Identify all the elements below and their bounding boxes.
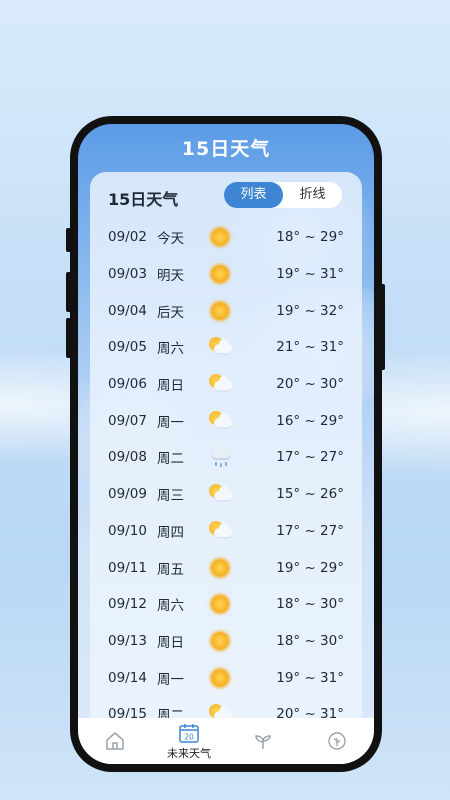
- forecast-row[interactable]: 09/04 后天 19° ~ 32°: [90, 292, 362, 329]
- forecast-temp-range: 17° ~ 27°: [276, 449, 344, 466]
- bottom-nav: 20 未来天气: [78, 718, 374, 764]
- forecast-day: 周日: [157, 378, 184, 395]
- nav-leaf[interactable]: [307, 722, 367, 752]
- forecast-temp-range: 20° ~ 30°: [276, 376, 344, 393]
- forecast-date: 09/10: [108, 522, 147, 539]
- forecast-day: 周三: [157, 488, 184, 505]
- forecast-row[interactable]: 09/10 周四 17° ~ 27°: [90, 513, 362, 550]
- partly-cloudy-icon: [207, 373, 233, 395]
- forecast-card: 15日天气 列表 折线 09/02 今天 18° ~ 29° 09/03 明天 19° ~…: [90, 172, 362, 732]
- forecast-day: 明天: [157, 268, 184, 285]
- forecast-day: 周六: [157, 598, 184, 615]
- forecast-day: 周二: [157, 451, 184, 468]
- forecast-date: 09/08: [108, 449, 147, 466]
- forecast-day: 周一: [157, 671, 184, 688]
- phone-screen: 15日天气 15日天气 列表 折线 09/02 今天 18° ~ 29° 09/03 明…: [78, 124, 374, 764]
- calendar-badge: 20: [184, 733, 194, 742]
- partly-cloudy-icon: [207, 483, 233, 505]
- nav-forecast[interactable]: 20 未来天气: [159, 722, 219, 761]
- forecast-temp-range: 21° ~ 31°: [276, 339, 344, 356]
- forecast-date: 09/12: [108, 596, 147, 613]
- partly-cloudy-icon: [207, 410, 233, 432]
- sunny-icon: [207, 630, 233, 652]
- sunny-icon: [207, 593, 233, 615]
- forecast-row[interactable]: 09/12 周六 18° ~ 30°: [90, 586, 362, 623]
- sunny-icon: [207, 667, 233, 689]
- forecast-date: 09/04: [108, 302, 147, 319]
- forecast-temp-range: 19° ~ 31°: [276, 266, 344, 283]
- forecast-date: 09/06: [108, 376, 147, 393]
- forecast-row[interactable]: 09/14 周一 19° ~ 31°: [90, 659, 362, 696]
- forecast-list: 09/02 今天 18° ~ 29° 09/03 明天 19° ~ 31° 09/04 后天 1…: [90, 219, 362, 732]
- forecast-row[interactable]: 09/06 周日 20° ~ 30°: [90, 366, 362, 403]
- forecast-row[interactable]: 09/05 周六 21° ~ 31°: [90, 329, 362, 366]
- forecast-date: 09/05: [108, 339, 147, 356]
- forecast-day: 后天: [157, 304, 184, 321]
- forecast-date: 09/14: [108, 669, 147, 686]
- forecast-temp-range: 18° ~ 30°: [276, 632, 344, 649]
- sunny-icon: [207, 300, 233, 322]
- sunny-icon: [207, 263, 233, 285]
- forecast-day: 周一: [157, 414, 184, 431]
- partly-cloudy-icon: [207, 520, 233, 542]
- forecast-row[interactable]: 09/13 周日 18° ~ 30°: [90, 623, 362, 660]
- forecast-temp-range: 17° ~ 27°: [276, 522, 344, 539]
- forecast-date: 09/09: [108, 486, 147, 503]
- home-icon: [106, 732, 124, 750]
- partly-cloudy-icon: [207, 336, 233, 358]
- sunny-icon: [207, 557, 233, 579]
- forecast-temp-range: 19° ~ 31°: [276, 669, 344, 686]
- forecast-temp-range: 15° ~ 26°: [276, 486, 344, 503]
- nav-sprout[interactable]: [233, 722, 293, 752]
- forecast-row[interactable]: 09/08 周二 17° ~ 27°: [90, 439, 362, 476]
- forecast-row[interactable]: 09/07 周一 16° ~ 29°: [90, 402, 362, 439]
- forecast-date: 09/03: [108, 266, 147, 283]
- sunny-icon: [207, 226, 233, 248]
- forecast-temp-range: 19° ~ 32°: [276, 302, 344, 319]
- forecast-day: 周四: [157, 524, 184, 541]
- forecast-day: 周五: [157, 561, 184, 578]
- nav-home[interactable]: [85, 722, 145, 752]
- forecast-temp-range: 18° ~ 30°: [276, 596, 344, 613]
- forecast-temp-range: 18° ~ 29°: [276, 229, 344, 246]
- rain-icon: [207, 444, 233, 468]
- app-title: 15日天气: [181, 138, 271, 160]
- leaf-icon: [328, 732, 346, 750]
- forecast-temp-range: 16° ~ 29°: [276, 412, 344, 429]
- forecast-date: 09/11: [108, 559, 147, 576]
- forecast-day: 今天: [157, 231, 184, 248]
- forecast-row[interactable]: 09/02 今天 18° ~ 29°: [90, 219, 362, 256]
- forecast-day: 周日: [157, 634, 184, 651]
- sprout-icon: [255, 735, 271, 749]
- view-toggle: 列表 折线: [224, 182, 342, 208]
- forecast-day: 周六: [157, 341, 184, 358]
- forecast-row[interactable]: 09/09 周三 15° ~ 26°: [90, 476, 362, 513]
- forecast-date: 09/13: [108, 632, 147, 649]
- toggle-line[interactable]: 折线: [283, 182, 342, 208]
- card-title: 15日天气: [108, 190, 179, 209]
- forecast-row[interactable]: 09/03 明天 19° ~ 31°: [90, 256, 362, 293]
- nav-forecast-label: 未来天气: [167, 747, 211, 760]
- forecast-date: 09/07: [108, 412, 147, 429]
- forecast-temp-range: 19° ~ 29°: [276, 559, 344, 576]
- forecast-row[interactable]: 09/11 周五 19° ~ 29°: [90, 549, 362, 586]
- calendar-icon: 20: [179, 724, 199, 743]
- toggle-list[interactable]: 列表: [224, 182, 283, 208]
- forecast-date: 09/02: [108, 229, 147, 246]
